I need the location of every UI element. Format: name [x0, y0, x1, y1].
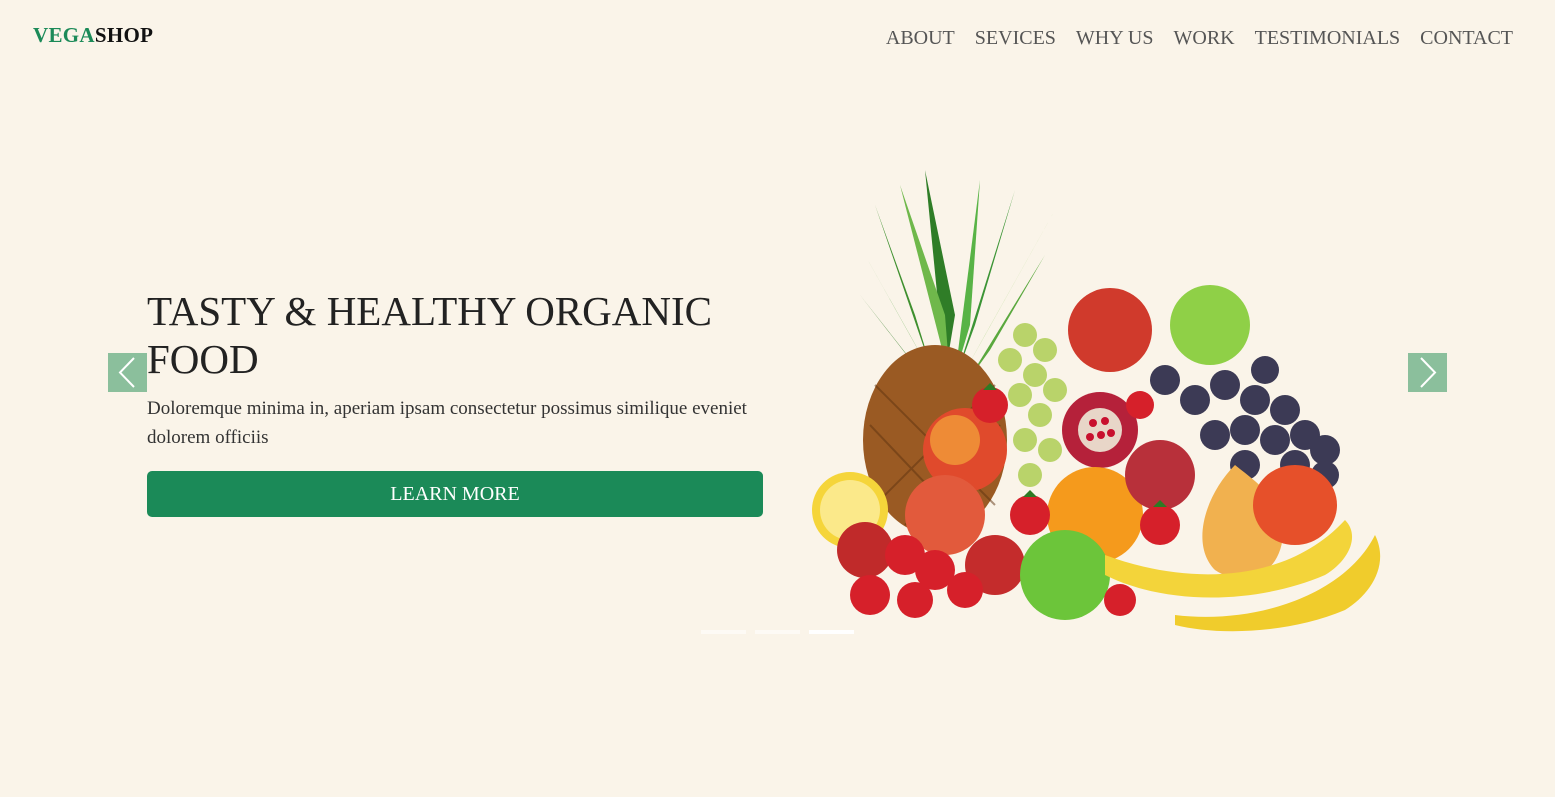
carousel-indicator[interactable] [755, 630, 800, 634]
brand-logo[interactable]: VEGASHOP [33, 23, 153, 48]
main-nav: ABOUT SEVICES WHY US WORK TESTIMONIALS C… [866, 26, 1513, 50]
hero-title: TASTY & HEALTHY ORGANIC FOOD [147, 288, 713, 382]
nav-item-work[interactable]: WORK [1174, 26, 1235, 50]
fruit-arrangement-image [812, 170, 1381, 632]
nav-item-why-us[interactable]: WHY US [1076, 26, 1154, 50]
brand-logo-part1: VEGA [33, 23, 95, 47]
nav-item-about[interactable]: ABOUT [886, 26, 955, 50]
carousel-indicators [701, 630, 863, 634]
page: VEGASHOP ABOUT SEVICES WHY US WORK TESTI… [0, 0, 1555, 797]
learn-more-button[interactable]: LEARN MORE [147, 471, 763, 517]
carousel-prev-button[interactable] [108, 353, 147, 392]
nav-item-services[interactable]: SEVICES [975, 26, 1056, 50]
hero-description: Doloremque minima in, aperiam ipsam cons… [147, 398, 747, 448]
nav-item-testimonials[interactable]: TESTIMONIALS [1255, 26, 1401, 50]
chevron-left-icon [118, 357, 135, 388]
carousel-indicator[interactable] [809, 630, 854, 634]
brand-logo-part2: SHOP [94, 23, 154, 47]
chevron-right-icon [1420, 357, 1437, 388]
nav-item-contact[interactable]: CONTACT [1420, 26, 1513, 50]
carousel-next-button[interactable] [1408, 353, 1447, 392]
carousel-indicator[interactable] [701, 630, 746, 634]
